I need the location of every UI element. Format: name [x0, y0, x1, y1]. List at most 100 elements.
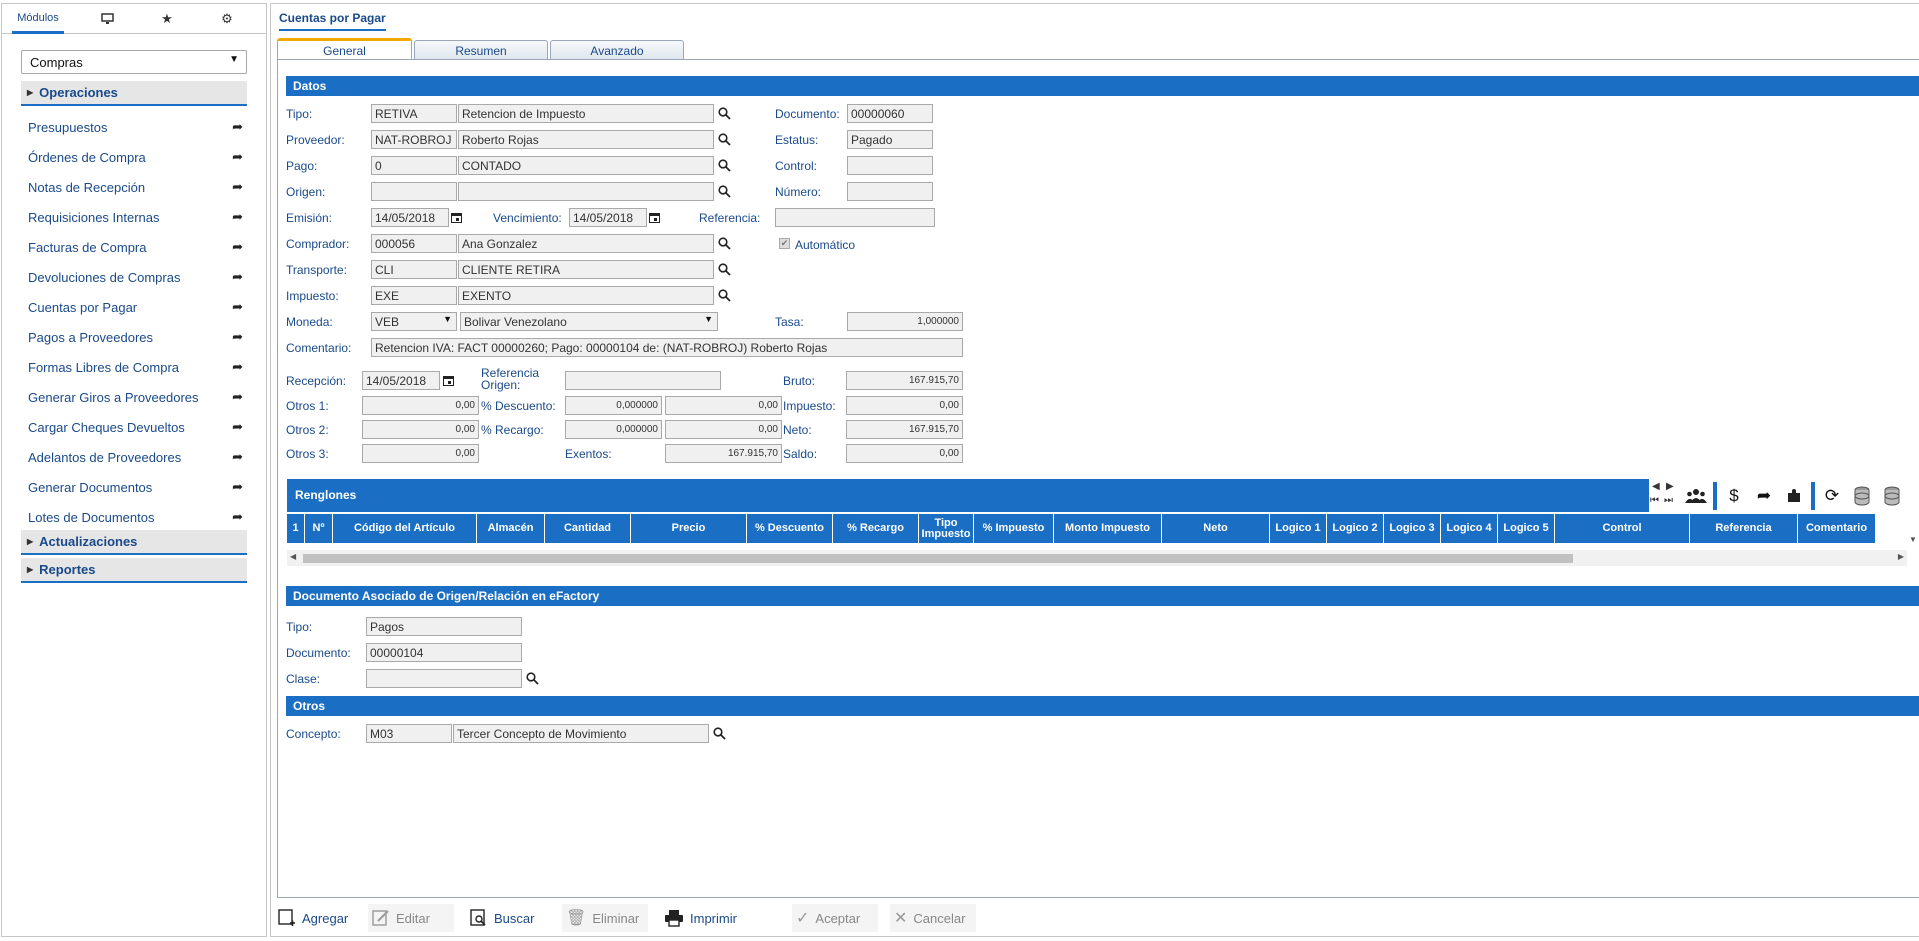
tab-favorites[interactable]: ★	[152, 4, 182, 34]
grid-column-header[interactable]: Logico 2	[1327, 514, 1384, 543]
grid-column-header[interactable]: Logico 1	[1270, 514, 1327, 543]
scroll-right-icon[interactable]: ▶	[1898, 552, 1904, 561]
grid-column-header[interactable]: Neto	[1162, 514, 1270, 543]
scrollbar-thumb[interactable]	[303, 554, 1573, 563]
concepto-code-field[interactable]: M03	[366, 724, 452, 743]
comprador-code-field[interactable]: 000056	[371, 234, 457, 253]
grid-column-header[interactable]: Comentario	[1798, 514, 1876, 543]
grid-column-header[interactable]: Precio	[631, 514, 747, 543]
first-icon[interactable]: ⏮	[1650, 495, 1659, 506]
transporte-desc-field[interactable]: CLIENTE RETIRA	[458, 260, 714, 279]
pago-code-field[interactable]: 0	[371, 156, 457, 175]
sidebar-item[interactable]: Lotes de Documentos ➦	[28, 507, 243, 527]
grid-column-header[interactable]: 1	[287, 514, 305, 543]
bruto-field[interactable]: 167.915,70	[846, 371, 963, 390]
sidebar-item[interactable]: Cuentas por Pagar ➦	[28, 297, 243, 317]
moneda-desc-select[interactable]: Bolivar Venezolano ▼	[460, 312, 718, 331]
share-arrow-icon[interactable]: ➦	[1752, 484, 1776, 508]
grid-column-header[interactable]: Almacén	[477, 514, 545, 543]
buscar-button[interactable]: Buscar	[466, 904, 546, 932]
group-actualizaciones[interactable]: ▶ Actualizaciones	[21, 530, 247, 555]
grid-column-header[interactable]: Logico 4	[1441, 514, 1498, 543]
comentario-field[interactable]: Retencion IVA: FACT 00000260; Pago: 0000…	[371, 338, 963, 357]
puzzle-icon[interactable]	[1782, 484, 1806, 508]
eliminar-button[interactable]: 🗑 Eliminar	[562, 904, 648, 932]
agregar-button[interactable]: Agregar	[274, 904, 354, 932]
grid-column-header[interactable]: % Impuesto	[974, 514, 1054, 543]
origen-code-field[interactable]	[371, 182, 457, 201]
group-operaciones[interactable]: ▶ Operaciones	[21, 81, 247, 106]
saldo-field[interactable]: 0,00	[846, 444, 963, 463]
calendar-icon[interactable]	[443, 375, 454, 386]
sidebar-item[interactable]: Notas de Recepción ➦	[28, 177, 243, 197]
search-icon[interactable]	[718, 263, 731, 276]
impuesto-resumen-field[interactable]: 0,00	[846, 396, 963, 415]
grid-horizontal-scrollbar[interactable]: ◀ ▶	[287, 550, 1907, 566]
grid-navigation[interactable]: ◀ ▶ ⏮ ⏭	[1649, 481, 1679, 511]
grid-column-header[interactable]: Código del Artículo	[333, 514, 477, 543]
recepcion-date-field[interactable]: 14/05/2018	[362, 371, 440, 390]
tab-monitor[interactable]	[92, 4, 122, 34]
users-icon[interactable]	[1684, 484, 1708, 508]
search-icon[interactable]	[718, 289, 731, 302]
tasa-field[interactable]: 1,000000	[847, 312, 963, 331]
search-icon[interactable]	[718, 185, 731, 198]
sidebar-item[interactable]: Presupuestos ➦	[28, 117, 243, 137]
sidebar-item[interactable]: Cargar Cheques Devueltos ➦	[28, 417, 243, 437]
tab-resumen[interactable]: Resumen	[414, 40, 548, 60]
grid-column-header[interactable]: % Descuento	[747, 514, 833, 543]
search-icon[interactable]	[718, 107, 731, 120]
module-select[interactable]: Compras ▼	[21, 50, 247, 74]
clase-field[interactable]	[366, 669, 522, 688]
search-icon[interactable]	[718, 237, 731, 250]
recargo-pct-field[interactable]: 0,000000	[565, 420, 662, 439]
referencia-field[interactable]	[775, 208, 935, 227]
grid-column-header[interactable]: Monto Impuesto	[1054, 514, 1162, 543]
sidebar-item[interactable]: Formas Libres de Compra ➦	[28, 357, 243, 377]
calendar-icon[interactable]	[451, 212, 462, 223]
tipo-code-field[interactable]: RETIVA	[371, 104, 457, 123]
sidebar-item[interactable]: Facturas de Compra ➦	[28, 237, 243, 257]
referencia-origen-field[interactable]	[565, 371, 721, 390]
automatico-checkbox[interactable]: ✔	[779, 238, 790, 249]
recargo-monto-field[interactable]: 0,00	[665, 420, 782, 439]
calendar-icon[interactable]	[649, 212, 660, 223]
moneda-code-select[interactable]: VEB ▼	[371, 312, 457, 331]
pago-desc-field[interactable]: CONTADO	[458, 156, 714, 175]
search-icon[interactable]	[713, 727, 726, 740]
dollar-icon[interactable]: $	[1722, 484, 1746, 508]
otros3-field[interactable]: 0,00	[362, 444, 479, 463]
grid-column-header[interactable]: Cantidad	[545, 514, 631, 543]
grid-column-header[interactable]: % Recargo	[833, 514, 919, 543]
sidebar-item[interactable]: Pagos a Proveedores ➦	[28, 327, 243, 347]
refresh-icon[interactable]: ⟳	[1820, 484, 1844, 508]
prev-icon[interactable]: ◀	[1652, 481, 1660, 492]
documento-asociado-field[interactable]: 00000104	[366, 643, 522, 662]
database-icon[interactable]	[1850, 484, 1874, 508]
descuento-monto-field[interactable]: 0,00	[665, 396, 782, 415]
search-icon[interactable]	[526, 672, 539, 685]
impuesto-desc-field[interactable]: EXENTO	[458, 286, 714, 305]
estatus-field[interactable]: Pagado	[847, 130, 933, 149]
grid-column-header[interactable]: Tipo Impuesto	[919, 514, 974, 543]
grid-column-header[interactable]: Logico 5	[1498, 514, 1555, 543]
tab-general[interactable]: General	[277, 38, 412, 60]
scroll-down-icon[interactable]: ▼	[1909, 535, 1917, 544]
sidebar-item[interactable]: Generar Documentos ➦	[28, 477, 243, 497]
proveedor-code-field[interactable]: NAT-ROBROJ	[371, 130, 457, 149]
sidebar-item[interactable]: Adelantos de Proveedores ➦	[28, 447, 243, 467]
grid-column-header[interactable]: Control	[1555, 514, 1690, 543]
aceptar-button[interactable]: ✓ Aceptar	[792, 904, 878, 932]
otros1-field[interactable]: 0,00	[362, 396, 479, 415]
origen-desc-field[interactable]	[458, 182, 714, 201]
grid-column-header[interactable]: Logico 3	[1384, 514, 1441, 543]
tab-avanzado[interactable]: Avanzado	[550, 40, 684, 60]
next-icon[interactable]: ▶	[1666, 481, 1674, 492]
search-icon[interactable]	[718, 133, 731, 146]
proveedor-desc-field[interactable]: Roberto Rojas	[458, 130, 714, 149]
tipo-asociado-field[interactable]: Pagos	[366, 617, 522, 636]
numero-field[interactable]	[847, 182, 933, 201]
comprador-desc-field[interactable]: Ana Gonzalez	[458, 234, 714, 253]
descuento-pct-field[interactable]: 0,000000	[565, 396, 662, 415]
documento-field[interactable]: 00000060	[847, 104, 933, 123]
